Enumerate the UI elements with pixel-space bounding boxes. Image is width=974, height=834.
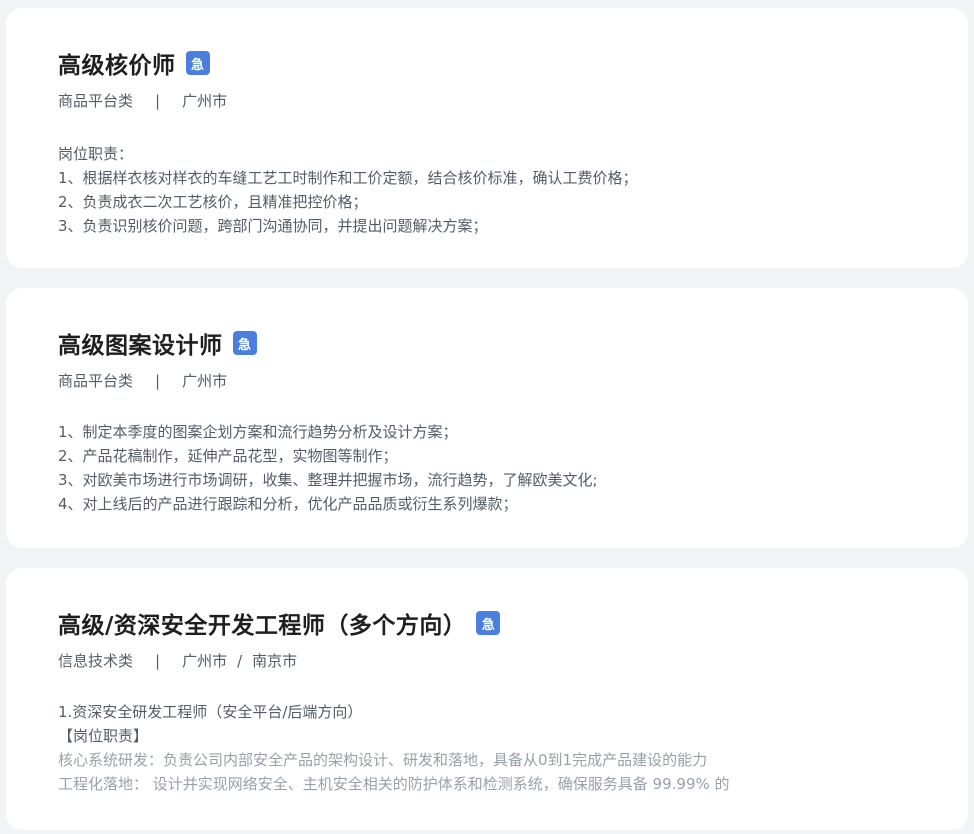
description-line: 3、对欧美市场进行市场调研，收集、整理并把握市场，流行趋势，了解欧美文化; [58, 471, 598, 489]
description-line: 1、根据样衣核对样衣的车缝工艺工时制作和工价定额，结合核价标准，确认工费价格； [58, 169, 638, 187]
description-line: 3、负责识别核价问题，跨部门沟通协同，并提出问题解决方案； [58, 217, 488, 235]
job-category: 信息技术类 [58, 652, 134, 670]
description-line: 1.资深安全研发工程师（安全平台/后端方向） [58, 703, 363, 721]
urgent-badge: 急 [185, 51, 210, 75]
job-card[interactable]: 高级图案设计师 急 商品平台类 | 广州市 1、制定本季度的图案企划方案和流行趋… [6, 288, 968, 548]
city-separator: / [237, 651, 243, 670]
job-title-row: 高级核价师 急 [58, 46, 210, 80]
meta-separator: | [155, 371, 161, 390]
job-title[interactable]: 高级核价师 [58, 46, 176, 80]
meta-separator: | [155, 91, 161, 110]
job-description: 1.资深安全研发工程师（安全平台/后端方向） 【岗位职责】 核心系统研发：负责公… [58, 700, 948, 796]
job-city: 广州市 [182, 92, 228, 110]
job-description: 岗位职责： 1、根据样衣核对样衣的车缝工艺工时制作和工价定额，结合核价标准，确认… [58, 142, 948, 238]
job-city: 广州市 [182, 652, 228, 670]
job-meta: 商品平台类 | 广州市 [58, 370, 227, 391]
job-title[interactable]: 高级/资深安全开发工程师（多个方向） [58, 606, 466, 640]
job-title-row: 高级/资深安全开发工程师（多个方向） 急 [58, 606, 501, 640]
job-title-row: 高级图案设计师 急 [58, 326, 257, 360]
job-city: 南京市 [252, 652, 298, 670]
description-line: 4、对上线后的产品进行跟踪和分析，优化产品品质或衍生系列爆款； [58, 495, 518, 513]
description-line: 1、制定本季度的图案企划方案和流行趋势分析及设计方案； [58, 423, 458, 441]
description-line: 岗位职责： [58, 145, 134, 163]
description-line: 【岗位职责】 [58, 727, 149, 745]
description-line: 核心系统研发：负责公司内部安全产品的架构设计、研发和落地，具备从0到1完成产品建… [58, 751, 708, 769]
meta-separator: | [155, 651, 161, 670]
job-meta: 信息技术类 | 广州市 / 南京市 [58, 650, 297, 671]
job-category: 商品平台类 [58, 92, 134, 110]
job-title[interactable]: 高级图案设计师 [58, 326, 223, 360]
job-card[interactable]: 高级核价师 急 商品平台类 | 广州市 岗位职责： 1、根据样衣核对样衣的车缝工… [6, 8, 968, 268]
job-description: 1、制定本季度的图案企划方案和流行趋势分析及设计方案； 2、产品花稿制作，延伸产… [58, 420, 948, 516]
job-category: 商品平台类 [58, 372, 134, 390]
job-city: 广州市 [182, 372, 228, 390]
description-line: 2、产品花稿制作，延伸产品花型，实物图等制作； [58, 447, 398, 465]
description-line: 工程化落地： 设计并实现网络安全、主机安全相关的防护体系和检测系统，确保服务具备… [58, 775, 730, 793]
urgent-badge: 急 [232, 331, 257, 355]
job-meta: 商品平台类 | 广州市 [58, 90, 227, 111]
job-card[interactable]: 高级/资深安全开发工程师（多个方向） 急 信息技术类 | 广州市 / 南京市 1… [6, 568, 968, 830]
description-line: 2、负责成衣二次工艺核价，且精准把控价格； [58, 193, 368, 211]
urgent-badge: 急 [476, 611, 501, 635]
